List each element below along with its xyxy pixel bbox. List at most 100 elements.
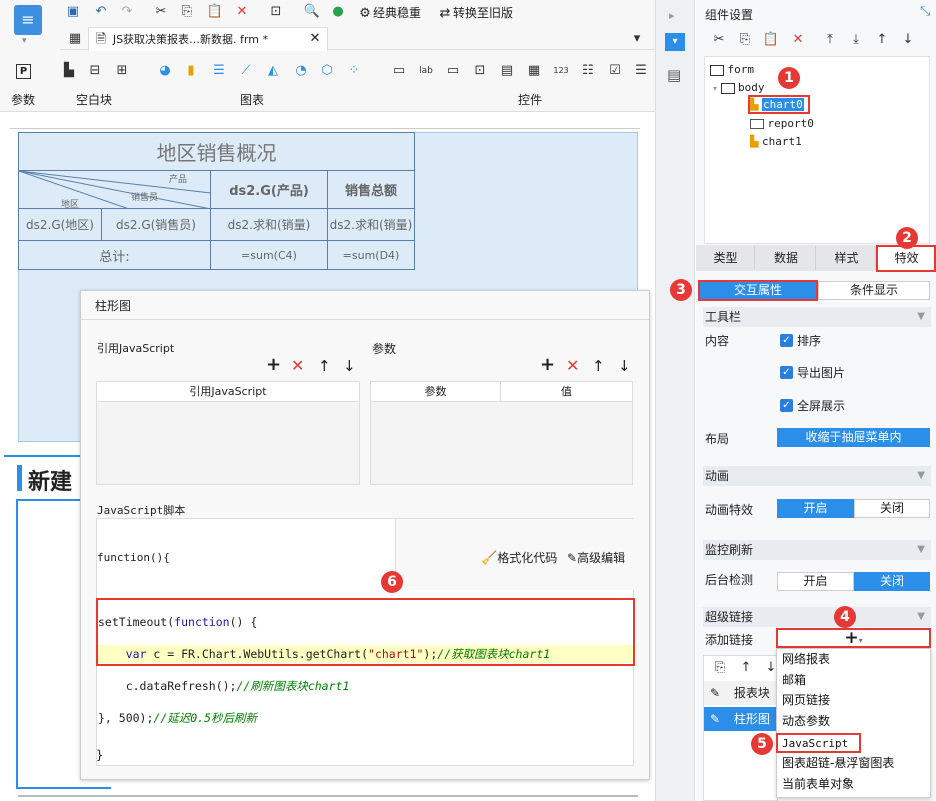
delete-icon[interactable]: ✕ — [233, 3, 251, 21]
params-delete-icon[interactable]: ✕ — [566, 357, 579, 375]
tab-style[interactable]: 样式 — [818, 246, 876, 270]
line-chart-icon[interactable]: ⟋ — [237, 62, 255, 80]
link-up-icon[interactable]: ↑ — [737, 659, 755, 677]
control-button-icon[interactable]: ▭ — [444, 62, 462, 80]
link-row-report[interactable]: ✎ 报表块 — [704, 681, 778, 705]
params-add-icon[interactable]: + — [540, 356, 555, 374]
undo-icon[interactable]: ↶ — [92, 3, 110, 21]
ref-js-up-icon[interactable]: ↑ — [318, 357, 331, 375]
tree-form[interactable]: form — [710, 62, 754, 77]
tab-menu-icon[interactable]: ▾ — [628, 30, 646, 48]
menu-web-link[interactable]: 网页链接 — [782, 690, 830, 711]
toolbar-collapse-icon[interactable]: ▼ — [917, 307, 925, 327]
control-tree-icon[interactable]: ▤ — [498, 62, 516, 80]
ref-js-down-icon[interactable]: ↓ — [343, 357, 356, 375]
bar-chart-icon[interactable]: ▮ — [182, 62, 200, 80]
control-combo-icon[interactable]: ⊡ — [471, 62, 489, 80]
rp-delete-icon[interactable]: ✕ — [789, 31, 807, 49]
params-down-icon[interactable]: ↓ — [618, 357, 631, 375]
sort-checkbox[interactable]: ✓ — [780, 334, 793, 347]
fullscreen-checkbox[interactable]: ✓ — [780, 399, 793, 412]
preview-icon[interactable]: 🔍 — [303, 3, 321, 21]
param-button[interactable]: P — [16, 64, 31, 79]
template-icon[interactable]: ⊡ — [267, 3, 285, 21]
control-list-icon[interactable]: ☰ — [632, 62, 650, 80]
rp-cut-icon[interactable]: ✂ — [710, 31, 728, 49]
control-checkbox-icon[interactable]: ☑ — [606, 62, 624, 80]
tree-expand-icon[interactable]: ▾ — [713, 84, 717, 93]
rp-copy-icon[interactable]: ⎘ — [736, 31, 754, 49]
link-copy-icon[interactable]: ⎘ — [711, 659, 729, 677]
menu-email[interactable]: 邮箱 — [782, 670, 806, 691]
hyperlink-section-header[interactable]: 超级链接 ▼ — [703, 607, 931, 627]
cut-icon[interactable]: ✂ — [152, 3, 170, 21]
component-panel-icon[interactable]: ▾ — [665, 33, 685, 51]
check-icon[interactable]: ● — [329, 3, 347, 21]
rp-down-icon[interactable]: ↓ — [899, 31, 917, 49]
ref-js-table[interactable]: 引用JavaScript — [96, 381, 360, 485]
animation-section-header[interactable]: 动画 ▼ — [703, 466, 931, 486]
blank-block-icon-2[interactable]: ⊟ — [86, 62, 104, 80]
switch-version-button[interactable]: ⇄ 转换至旧版 — [437, 4, 513, 22]
monitor-collapse-icon[interactable]: ▼ — [917, 540, 925, 560]
toolbar-section-header[interactable]: 工具栏 ▼ — [703, 307, 931, 327]
monitor-on-button[interactable]: 开启 — [777, 572, 854, 591]
rp-paste-icon[interactable]: 📋 — [762, 31, 780, 49]
link-row-chart[interactable]: ✎ 柱形图 — [704, 707, 778, 731]
tab-data[interactable]: 数据 — [757, 246, 816, 270]
menu-dynamic-param[interactable]: 动态参数 — [782, 711, 830, 732]
menu-chart-popup[interactable]: 图表超链-悬浮窗图表 — [782, 753, 894, 774]
logo-dropdown-icon[interactable]: ▾ — [22, 36, 27, 46]
animation-off-button[interactable]: 关闭 — [854, 499, 930, 518]
rp-up-icon[interactable]: ↑ — [873, 31, 891, 49]
grid-icon[interactable]: ▦ — [66, 30, 84, 48]
control-number-icon[interactable]: 123 — [552, 62, 570, 80]
layout-select[interactable]: 收缩于抽屉菜单内 — [777, 428, 930, 447]
copy-icon[interactable]: ⎘ — [178, 3, 196, 21]
classic-theme-button[interactable]: ⚙ 经典稳重 — [357, 4, 421, 22]
animation-on-button[interactable]: 开启 — [777, 499, 854, 518]
app-logo-icon[interactable]: ≡ — [14, 5, 42, 35]
paste-icon[interactable]: 📋 — [206, 3, 224, 21]
params-up-icon[interactable]: ↑ — [592, 357, 605, 375]
control-text-icon[interactable]: ▭ — [390, 62, 408, 80]
tree-body[interactable]: ▾ body — [713, 80, 765, 95]
menu-form-object[interactable]: 当前表单对象 — [782, 774, 854, 795]
subtab-condition[interactable]: 条件显示 — [818, 281, 930, 300]
pie-chart-icon[interactable]: ◕ — [156, 62, 174, 80]
hbar-chart-icon[interactable]: ☰ — [210, 62, 228, 80]
save-icon[interactable]: ▣ — [64, 3, 82, 21]
ref-js-add-icon[interactable]: + — [266, 356, 281, 374]
tab-close-icon[interactable]: ✕ — [307, 31, 323, 47]
tree-report0[interactable]: report0 — [750, 116, 814, 131]
format-code-button[interactable]: 🧹格式化代码 — [481, 550, 557, 566]
rp-top-icon[interactable]: ⤒ — [821, 31, 839, 49]
monitor-section-header[interactable]: 监控刷新 ▼ — [703, 540, 931, 560]
blank-block-icon-1[interactable]: ▙ — [60, 62, 78, 80]
hyperlink-collapse-icon[interactable]: ▼ — [917, 607, 925, 627]
control-date-icon[interactable]: ▦ — [525, 62, 543, 80]
animation-collapse-icon[interactable]: ▼ — [917, 466, 925, 486]
gauge-chart-icon[interactable]: ◔ — [292, 62, 310, 80]
link-edit-icon[interactable]: ✎ — [710, 686, 720, 700]
control-label-icon[interactable]: lab — [417, 62, 435, 80]
report-table[interactable]: 地区销售概况 产品 销售员 地区 ds2.G(产品) 销售总额 ds2.G(地区… — [18, 132, 415, 270]
advanced-edit-button[interactable]: ✎高级编辑 — [567, 550, 625, 566]
tree-chart1[interactable]: ▙ chart1 — [750, 134, 802, 149]
pin-icon[interactable]: ⤡ — [920, 4, 930, 19]
file-tab[interactable]: 🗎 JS获取决策报表…新数据. frm * ✕ — [88, 27, 328, 51]
area-chart-icon[interactable]: ◭ — [264, 62, 282, 80]
link-edit-icon-2[interactable]: ✎ — [710, 712, 720, 726]
menu-web-report[interactable]: 网络报表 — [782, 649, 830, 670]
collapse-arrow-icon[interactable]: ▸ — [669, 9, 675, 22]
blank-block-icon-3[interactable]: ⊞ — [113, 62, 131, 80]
monitor-off-button[interactable]: 关闭 — [854, 572, 930, 591]
radar-chart-icon[interactable]: ⬡ — [318, 62, 336, 80]
rp-bottom-icon[interactable]: ⤓ — [847, 31, 865, 49]
widget-list-icon[interactable]: ▤ — [667, 66, 681, 84]
control-radio-icon[interactable]: ☷ — [579, 62, 597, 80]
tab-type[interactable]: 类型 — [697, 246, 755, 270]
scatter-chart-icon[interactable]: ⁘ — [345, 62, 363, 80]
ref-js-delete-icon[interactable]: ✕ — [291, 357, 304, 375]
params-table[interactable]: 参数 值 — [370, 381, 633, 485]
